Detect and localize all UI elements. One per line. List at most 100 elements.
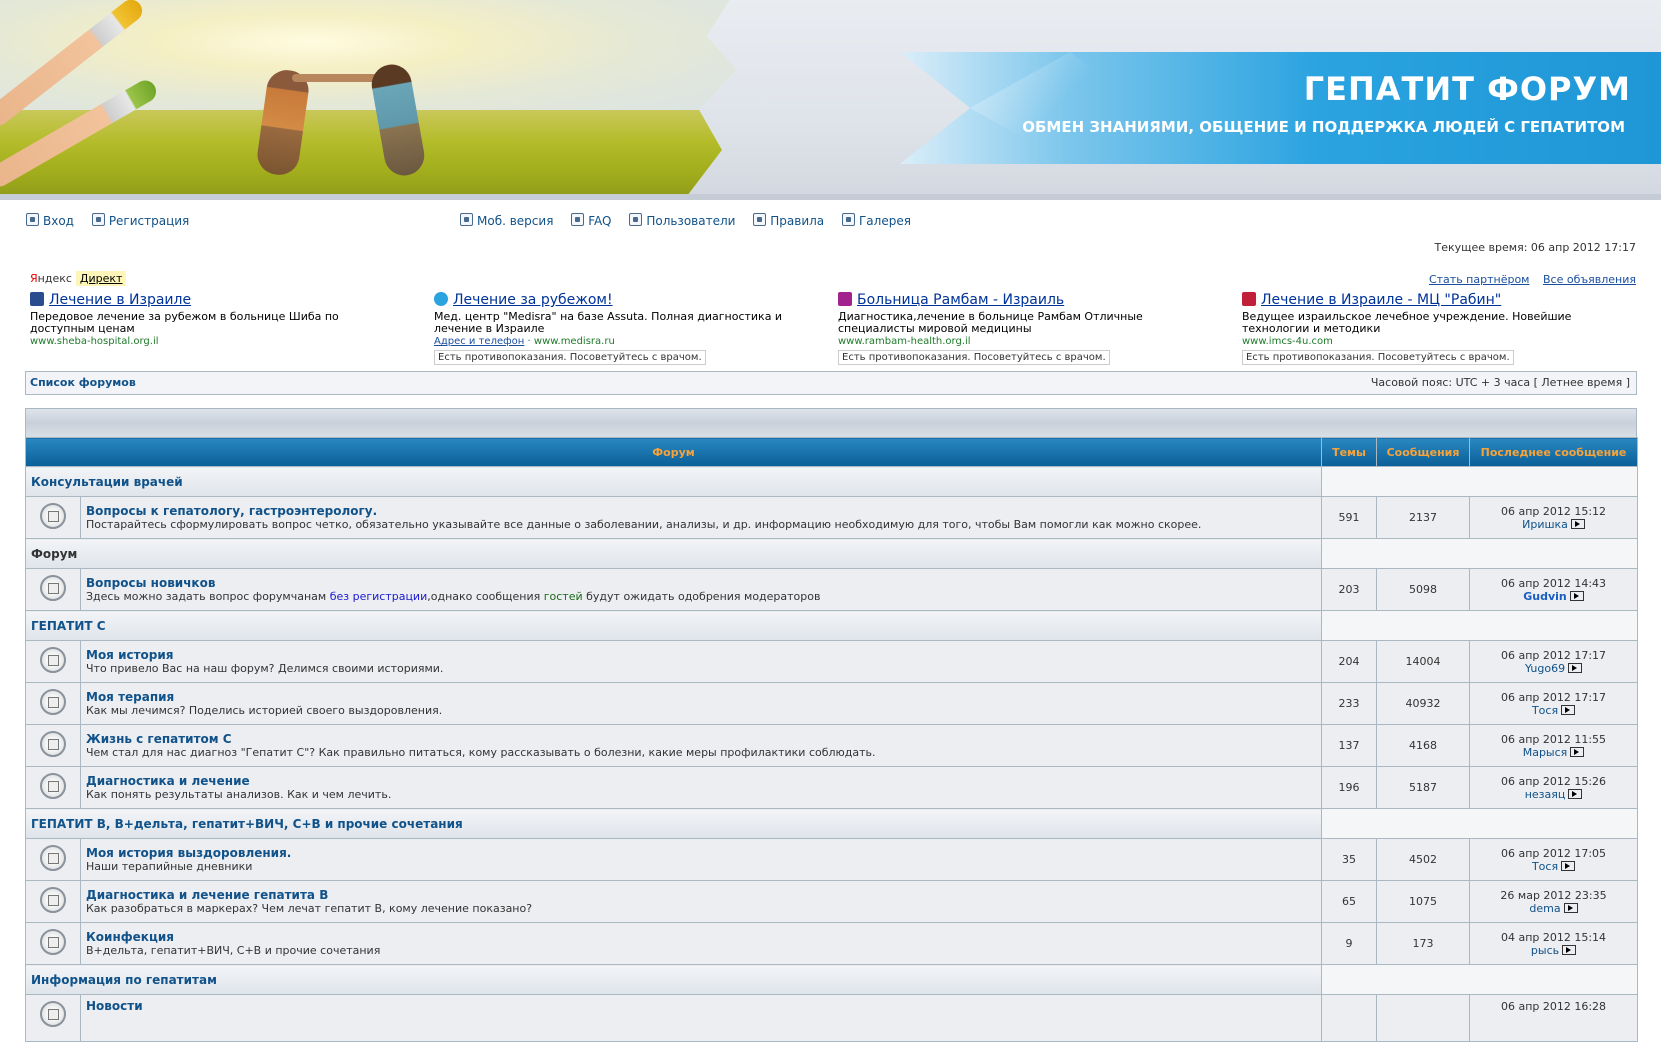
author-link[interactable]: Иришка [1522, 518, 1568, 531]
category-row: Форум [24, 538, 1639, 569]
table-row: Коинфекция В+дельта, гепатит+ВИЧ, С+В и п… [25, 922, 1639, 965]
register-link[interactable]: Регистрация [91, 213, 189, 228]
mobile-link[interactable]: Моб. версия [460, 213, 553, 228]
author-link[interactable]: Gudvin [1523, 590, 1567, 603]
ad-title-link[interactable]: Лечение за рубежом! [434, 292, 613, 308]
ad-title-link[interactable]: Больница Рамбам - Израиль [838, 292, 1064, 308]
category-link[interactable]: ГЕПАТИТ В, В+дельта, гепатит+ВИЧ, С+В и … [27, 817, 463, 831]
table-row: Вопросы к гепатологу, гастроэнтерологу. П… [25, 496, 1639, 539]
forum-link[interactable]: Моя история выздоровления. [82, 846, 1320, 860]
ad-links: Стать партнёром Все объявления [1419, 273, 1636, 286]
forum-read-icon [40, 929, 66, 955]
rules-icon [753, 213, 767, 226]
table-row: Новости 06 апр 2012 16:28 [25, 994, 1639, 1042]
forum-link[interactable]: Диагностика и лечение [82, 774, 1320, 788]
ad-item: Лечение в Израиле Передовое лечение за р… [30, 292, 339, 347]
login-link[interactable]: Вход [26, 213, 74, 228]
go-to-post-icon[interactable] [1563, 902, 1578, 913]
go-to-post-icon[interactable] [1568, 788, 1583, 799]
breadcrumb: Список форумов Часовой пояс: UTC + 3 час… [25, 371, 1637, 395]
header-photo [0, 0, 738, 200]
sheba-logo-icon [30, 292, 44, 306]
direct-link[interactable]: Директ [75, 271, 127, 286]
rambam-logo-icon [838, 292, 852, 306]
ad-warning: Есть противопоказания. Посоветуйтесь с в… [1242, 350, 1514, 365]
faq-link[interactable]: FAQ [571, 213, 612, 228]
author-link[interactable]: рысь [1531, 944, 1559, 957]
ad-item: Лечение в Израиле - МЦ "Рабин" Ведущее и… [1242, 292, 1572, 365]
table-row: Моя история выздоровления. Наши терапийны… [25, 838, 1639, 881]
author-link[interactable]: Марыся [1523, 746, 1568, 759]
go-to-post-icon[interactable] [1570, 746, 1585, 757]
table-row: Моя терапия Как мы лечимся? Поделись исто… [25, 682, 1639, 725]
header-forum: Форум [24, 437, 1323, 467]
forum-link[interactable]: Моя история [82, 648, 1320, 662]
gallery-link[interactable]: Галерея [841, 213, 911, 228]
forum-read-icon [40, 647, 66, 673]
go-to-post-icon[interactable] [1568, 662, 1583, 673]
forum-read-icon [40, 575, 66, 601]
category-row: ГЕПАТИТ С [24, 610, 1639, 641]
author-link[interactable]: dema [1529, 902, 1560, 915]
login-icon [26, 213, 39, 226]
forum-read-icon [40, 731, 66, 757]
user-nav: Вход Регистрация [26, 213, 203, 228]
timezone: Часовой пояс: UTC + 3 часа [ Летнее врем… [1370, 376, 1630, 389]
go-to-post-icon[interactable] [1562, 944, 1577, 955]
all-ads-link[interactable]: Все объявления [1543, 273, 1636, 286]
header-banner: ГЕПАТИТ ФОРУМ ОБМЕН ЗНАНИЯМИ, ОБЩЕНИЕ И … [900, 52, 1661, 164]
table-caption [25, 408, 1637, 437]
rules-link[interactable]: Правила [753, 213, 824, 228]
category-row: Консультации врачей [24, 466, 1639, 497]
users-icon [629, 213, 643, 226]
ad-warning: Есть противопоказания. Посоветуйтесь с в… [838, 350, 1110, 365]
faq-icon [571, 213, 585, 226]
go-to-post-icon[interactable] [1561, 704, 1576, 715]
category-row: Информация по гепатитам [24, 964, 1639, 995]
author-link[interactable]: незаяц [1525, 788, 1566, 801]
header-topics: Темы [1321, 437, 1378, 467]
category-link[interactable]: Форум [27, 547, 77, 561]
forum-read-icon [40, 845, 66, 871]
forum-read-icon [40, 503, 66, 529]
current-time: Текущее время: 06 апр 2012 17:17 [1434, 241, 1636, 254]
ad-title-link[interactable]: Лечение в Израиле - МЦ "Рабин" [1242, 292, 1501, 308]
rabin-logo-icon [1242, 292, 1256, 306]
category-link[interactable]: Информация по гепатитам [27, 973, 217, 987]
table-row: Жизнь с гепатитом С Чем стал для нас диаг… [25, 724, 1639, 767]
author-link[interactable]: Тося [1532, 860, 1558, 873]
site-title: ГЕПАТИТ ФОРУМ [1303, 70, 1631, 108]
mobile-icon [460, 213, 473, 226]
forum-link[interactable]: Жизнь с гепатитом С [82, 732, 1320, 746]
author-link[interactable]: Yugo69 [1525, 662, 1565, 675]
site-subtitle: ОБМЕН ЗНАНИЯМИ, ОБЩЕНИЕ И ПОДДЕРЖКА ЛЮДЕ… [1022, 118, 1625, 136]
category-link[interactable]: ГЕПАТИТ С [27, 619, 106, 633]
become-partner-link[interactable]: Стать партнёром [1429, 273, 1530, 286]
table-row: Вопросы новичков Здесь можно задать вопро… [25, 568, 1639, 611]
forum-link[interactable]: Моя терапия [82, 690, 1320, 704]
register-icon [91, 213, 105, 226]
forum-link[interactable]: Вопросы новичков [82, 576, 1320, 590]
author-link[interactable]: Тося [1532, 704, 1558, 717]
category-link[interactable]: Консультации врачей [27, 475, 183, 489]
category-row: ГЕПАТИТ В, В+дельта, гепатит+ВИЧ, С+В и … [24, 808, 1639, 839]
go-to-post-icon[interactable] [1561, 860, 1576, 871]
ad-item: Лечение за рубежом! Мед. центр "Medisra"… [434, 292, 783, 365]
no-registration-link[interactable]: без регистрации [330, 590, 428, 603]
star-logo-icon [434, 292, 448, 306]
go-to-post-icon[interactable] [1570, 518, 1585, 529]
forum-link[interactable]: Диагностика и лечение гепатита В [82, 888, 1320, 902]
yandex-direct-label: Яндекс Директ [30, 271, 127, 286]
table-row: Моя история Что привело Вас на наш форум?… [25, 640, 1639, 683]
forum-link[interactable]: Новости [82, 999, 1320, 1013]
main-nav: Моб. версия FAQ Пользователи Правила Гал… [460, 213, 925, 228]
forum-link[interactable]: Вопросы к гепатологу, гастроэнтерологу. [82, 504, 1320, 518]
ad-title-link[interactable]: Лечение в Израиле [30, 292, 191, 308]
users-link[interactable]: Пользователи [629, 213, 735, 228]
forum-read-icon [40, 689, 66, 715]
go-to-post-icon[interactable] [1569, 590, 1584, 601]
forum-list-link[interactable]: Список форумов [30, 376, 136, 389]
address-phone-link[interactable]: Адрес и телефон [434, 336, 524, 347]
forum-link[interactable]: Коинфекция [82, 930, 1320, 944]
forum-table: Форум Темы Сообщения Последнее сообщение… [24, 408, 1639, 1042]
